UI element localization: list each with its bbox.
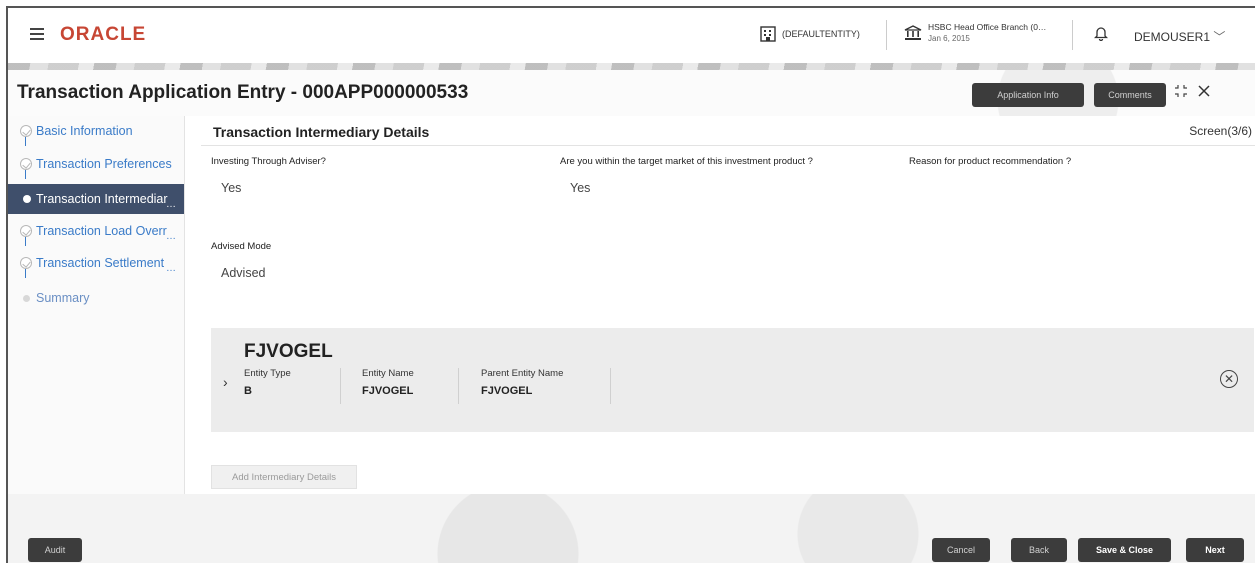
building-icon	[760, 26, 776, 42]
chevron-right-icon[interactable]: ›	[223, 374, 228, 390]
parent-entity-value: FJVOGEL	[481, 385, 533, 397]
parent-entity-label: Parent Entity Name	[481, 368, 564, 379]
entity-name-column: Entity Name FJVOGEL	[362, 368, 459, 404]
app-frame: ORACLE (DEFAULTENTITY) HSBC Head Office …	[6, 6, 1255, 563]
step-connector	[25, 237, 26, 246]
decorative-stripe	[8, 63, 1255, 70]
entity-type-label: Entity Type	[244, 368, 291, 379]
user-name: DEMOUSER1	[1134, 30, 1211, 44]
branch-selector[interactable]: HSBC Head Office Branch (0… Jan 6, 2015	[904, 22, 1046, 44]
parent-entity-column: Parent Entity Name FJVOGEL	[481, 368, 611, 404]
title-bar: Transaction Application Entry - 000APP00…	[8, 70, 1255, 116]
ellipsis-icon: …	[166, 263, 176, 274]
intermediary-name: FJVOGEL	[244, 341, 333, 362]
investing-through-adviser-label: Investing Through Adviser?	[211, 156, 326, 167]
ellipsis-icon: …	[166, 231, 176, 242]
nav-label: Transaction Settlement	[36, 256, 165, 270]
nav-label: Transaction Preferences	[36, 157, 172, 171]
investing-through-adviser-value: Yes	[221, 181, 242, 195]
header-divider	[1072, 20, 1073, 50]
audit-button[interactable]: Audit	[28, 538, 82, 562]
nav-label: Transaction Intermediar	[36, 192, 168, 206]
branch-date: Jan 6, 2015	[928, 34, 970, 43]
save-and-close-button[interactable]: Save & Close	[1078, 538, 1171, 562]
entity-selector[interactable]: (DEFAULTENTITY)	[760, 26, 860, 42]
nav-basic-information[interactable]: Basic Information	[8, 116, 184, 146]
ellipsis-icon: …	[166, 199, 176, 210]
advised-mode-value: Advised	[221, 266, 266, 280]
check-circle-icon	[20, 257, 32, 269]
footer-bar: Audit Cancel Back Save & Close Next	[8, 494, 1255, 563]
remove-circle-icon[interactable]: ✕	[1220, 370, 1238, 388]
step-connector	[25, 137, 26, 146]
pending-step-icon	[23, 295, 30, 302]
title-actions	[1174, 84, 1210, 98]
intermediary-card: FJVOGEL › Entity Type B Entity Name FJVO…	[211, 328, 1254, 432]
top-header: ORACLE (DEFAULTENTITY) HSBC Head Office …	[8, 8, 1255, 63]
current-step-icon	[23, 195, 31, 203]
nav-transaction-intermediary[interactable]: Transaction Intermediar …	[8, 184, 184, 214]
bell-icon[interactable]	[1094, 25, 1108, 41]
step-connector	[25, 170, 26, 179]
nav-transaction-settlement[interactable]: Transaction Settlement …	[8, 248, 184, 278]
back-button[interactable]: Back	[1011, 538, 1067, 562]
product-recommendation-reason-label: Reason for product recommendation ?	[909, 156, 1072, 167]
branch-name: HSBC Head Office Branch (0…	[928, 22, 1047, 32]
oracle-logo: ORACLE	[60, 24, 147, 45]
check-circle-icon	[20, 158, 32, 170]
main-content: Transaction Intermediary Details Screen(…	[201, 116, 1255, 494]
close-icon[interactable]	[1198, 85, 1210, 97]
minimize-icon[interactable]	[1174, 84, 1188, 98]
bank-icon	[904, 25, 922, 40]
entity-type-column: Entity Type B	[244, 368, 341, 404]
entity-label: (DEFAULTENTITY)	[782, 29, 860, 39]
user-menu[interactable]: DEMOUSER1 ﹀	[1134, 28, 1225, 45]
check-circle-icon	[20, 125, 32, 137]
entity-type-value: B	[244, 385, 252, 397]
nav-label: Basic Information	[36, 124, 133, 138]
nav-summary[interactable]: Summary	[8, 283, 184, 313]
application-info-button[interactable]: Application Info	[972, 83, 1084, 107]
section-header: Transaction Intermediary Details Screen(…	[201, 116, 1255, 146]
add-intermediary-details-button[interactable]: Add Intermediary Details	[211, 465, 357, 489]
target-market-label: Are you within the target market of this…	[560, 156, 813, 167]
section-title: Transaction Intermediary Details	[213, 124, 430, 140]
nav-transaction-preferences[interactable]: Transaction Preferences	[8, 149, 184, 179]
check-circle-icon	[20, 225, 32, 237]
step-navigation: Basic Information Transaction Preference…	[8, 116, 185, 536]
advised-mode-label: Advised Mode	[211, 241, 272, 252]
page-title: Transaction Application Entry - 000APP00…	[17, 82, 469, 103]
screen-indicator: Screen(3/6)	[1189, 124, 1252, 138]
chevron-down-icon: ﹀	[1213, 30, 1226, 44]
header-divider	[886, 20, 887, 50]
nav-label: Transaction Load Overr	[36, 224, 167, 238]
nav-transaction-load-override[interactable]: Transaction Load Overr …	[8, 216, 184, 246]
entity-name-value: FJVOGEL	[362, 385, 414, 397]
comments-button[interactable]: Comments	[1094, 83, 1166, 107]
next-button[interactable]: Next	[1186, 538, 1244, 562]
target-market-value: Yes	[570, 181, 591, 195]
nav-label: Summary	[36, 291, 90, 305]
hamburger-menu-icon[interactable]	[30, 28, 44, 40]
step-connector	[25, 269, 26, 278]
entity-name-label: Entity Name	[362, 368, 414, 379]
cancel-button[interactable]: Cancel	[932, 538, 990, 562]
